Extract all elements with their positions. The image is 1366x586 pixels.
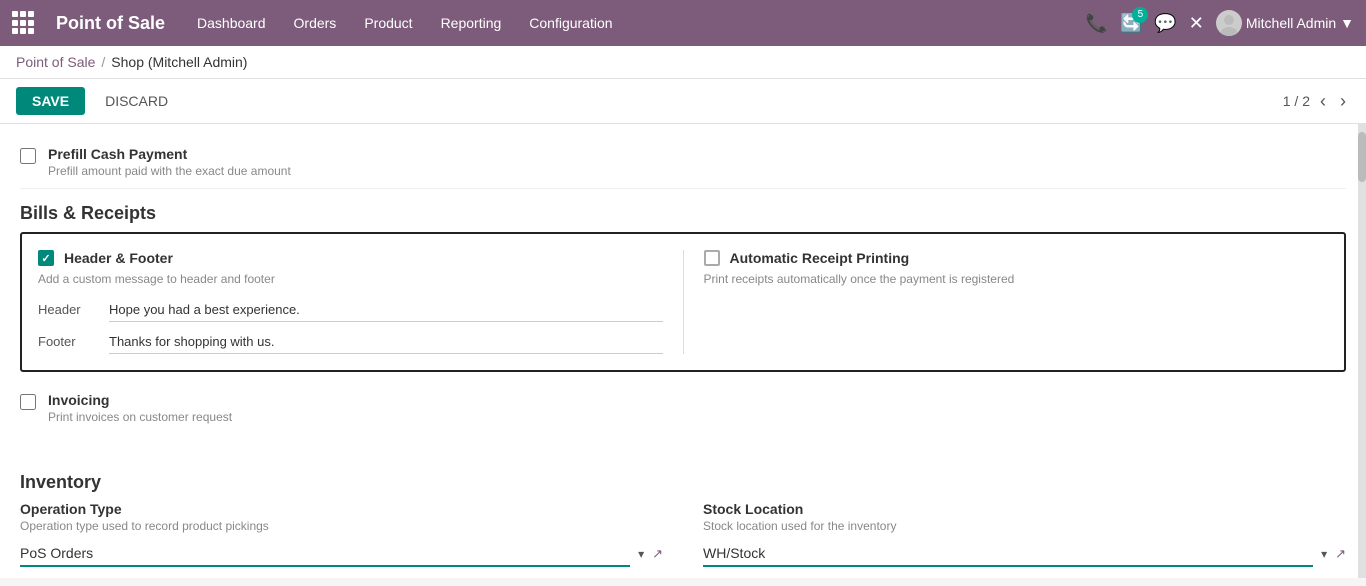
operation-type-arrow: ▾ — [638, 547, 644, 561]
stock-location-select[interactable]: WH/Stock — [703, 541, 1313, 567]
close-icon[interactable]: ✕ — [1189, 13, 1204, 34]
invoicing-hint: Print invoices on customer request — [48, 410, 232, 424]
stock-location-hint: Stock location used for the inventory — [703, 519, 1346, 533]
nav-dashboard[interactable]: Dashboard — [185, 9, 278, 37]
topnav-menu: Dashboard Orders Product Reporting Confi… — [185, 9, 1066, 37]
footer-row: Footer — [38, 330, 663, 354]
prefill-checkbox[interactable] — [20, 148, 36, 164]
header-label: Header — [38, 298, 93, 317]
operation-type-row: PoS Orders ▾ ↗ — [20, 541, 663, 567]
nav-product[interactable]: Product — [352, 9, 424, 37]
auto-receipt-label: Automatic Receipt Printing — [730, 250, 910, 266]
action-buttons: SAVE DISCARD — [16, 87, 180, 115]
save-button[interactable]: SAVE — [16, 87, 85, 115]
stock-location-external-link[interactable]: ↗ — [1335, 546, 1346, 562]
inventory-heading: Inventory — [20, 458, 1346, 501]
app-title: Point of Sale — [56, 13, 165, 34]
header-row: Header — [38, 298, 663, 322]
invoicing-row: Invoicing Print invoices on customer req… — [20, 382, 1346, 434]
pagination-label: 1 / 2 — [1283, 93, 1310, 109]
header-footer-checkbox[interactable] — [38, 250, 54, 266]
bills-receipts-box: Header & Footer Add a custom message to … — [20, 232, 1346, 372]
nav-reporting[interactable]: Reporting — [429, 9, 514, 37]
operation-type-select[interactable]: PoS Orders — [20, 541, 630, 567]
user-name: Mitchell Admin — [1246, 15, 1336, 31]
breadcrumb-separator: / — [101, 54, 105, 70]
main-content: Prefill Cash Payment Prefill amount paid… — [0, 124, 1366, 578]
bills-receipts-heading: Bills & Receipts — [20, 189, 1346, 232]
header-input[interactable] — [109, 298, 663, 322]
topnav-right: 📞 🔄 5 💬 ✕ Mitchell Admin ▼ — [1086, 10, 1354, 36]
prefill-hint: Prefill amount paid with the exact due a… — [48, 164, 291, 178]
invoicing-label: Invoicing — [48, 392, 232, 408]
breadcrumb: Point of Sale / Shop (Mitchell Admin) — [16, 54, 247, 70]
bills-receipts-inner: Header & Footer Add a custom message to … — [38, 250, 1328, 354]
operation-type-group: Operation Type Operation type used to re… — [20, 501, 663, 567]
footer-input-wrap — [109, 330, 663, 354]
updates-icon[interactable]: 🔄 5 — [1120, 13, 1142, 34]
auto-receipt-header: Automatic Receipt Printing — [704, 250, 1329, 266]
header-footer-label: Header & Footer — [64, 250, 173, 266]
auto-receipt-checkbox[interactable] — [704, 250, 720, 266]
header-footer-header: Header & Footer — [38, 250, 663, 266]
prefill-label: Prefill Cash Payment — [48, 146, 291, 162]
prefill-checkbox-wrap[interactable] — [20, 148, 36, 167]
prefill-section: Prefill Cash Payment Prefill amount paid… — [0, 124, 1366, 446]
inventory-section: Inventory Operation Type Operation type … — [0, 446, 1366, 578]
breadcrumb-parent[interactable]: Point of Sale — [16, 54, 95, 70]
discard-button[interactable]: DISCARD — [93, 87, 180, 115]
prefill-info: Prefill Cash Payment Prefill amount paid… — [48, 146, 291, 178]
stock-location-label: Stock Location — [703, 501, 1346, 517]
prefill-row: Prefill Cash Payment Prefill amount paid… — [20, 136, 1346, 189]
auto-receipt-section: Automatic Receipt Printing Print receipt… — [704, 250, 1329, 354]
operation-type-hint: Operation type used to record product pi… — [20, 519, 663, 533]
prev-page-button[interactable]: ‹ — [1316, 89, 1330, 114]
header-input-wrap — [109, 298, 663, 322]
stock-location-row: WH/Stock ▾ ↗ — [703, 541, 1346, 567]
phone-icon[interactable]: 📞 — [1086, 13, 1108, 34]
user-avatar — [1216, 10, 1242, 36]
breadcrumb-bar: Point of Sale / Shop (Mitchell Admin) — [0, 46, 1366, 79]
action-bar: SAVE DISCARD 1 / 2 ‹ › — [0, 79, 1366, 124]
auto-receipt-hint: Print receipts automatically once the pa… — [704, 272, 1329, 286]
updates-badge: 5 — [1132, 7, 1148, 23]
stock-location-arrow: ▾ — [1321, 547, 1327, 561]
topnav: Point of Sale Dashboard Orders Product R… — [0, 0, 1366, 46]
chat-icon[interactable]: 💬 — [1154, 13, 1176, 34]
stock-location-group: Stock Location Stock location used for t… — [703, 501, 1346, 567]
operation-type-col: Operation Type Operation type used to re… — [20, 501, 663, 578]
invoicing-checkbox[interactable] — [20, 394, 36, 410]
footer-input[interactable] — [109, 330, 663, 354]
invoicing-checkbox-wrap[interactable] — [20, 394, 36, 413]
apps-icon[interactable] — [12, 11, 36, 35]
nav-configuration[interactable]: Configuration — [517, 9, 624, 37]
breadcrumb-current: Shop (Mitchell Admin) — [111, 54, 247, 70]
pagination: 1 / 2 ‹ › — [1283, 89, 1350, 114]
scrollbar-track — [1358, 124, 1366, 578]
invoicing-info: Invoicing Print invoices on customer req… — [48, 392, 232, 424]
operation-type-label: Operation Type — [20, 501, 663, 517]
header-footer-hint: Add a custom message to header and foote… — [38, 272, 663, 286]
user-menu[interactable]: Mitchell Admin ▼ — [1216, 10, 1354, 36]
scrollbar-thumb[interactable] — [1358, 132, 1366, 182]
next-page-button[interactable]: › — [1336, 89, 1350, 114]
inventory-cols: Operation Type Operation type used to re… — [20, 501, 1346, 578]
operation-type-external-link[interactable]: ↗ — [652, 546, 663, 562]
user-dropdown-icon: ▼ — [1340, 15, 1354, 31]
box-divider — [683, 250, 684, 354]
nav-orders[interactable]: Orders — [282, 9, 349, 37]
footer-label: Footer — [38, 330, 93, 349]
stock-location-col: Stock Location Stock location used for t… — [703, 501, 1346, 578]
header-footer-section: Header & Footer Add a custom message to … — [38, 250, 663, 354]
